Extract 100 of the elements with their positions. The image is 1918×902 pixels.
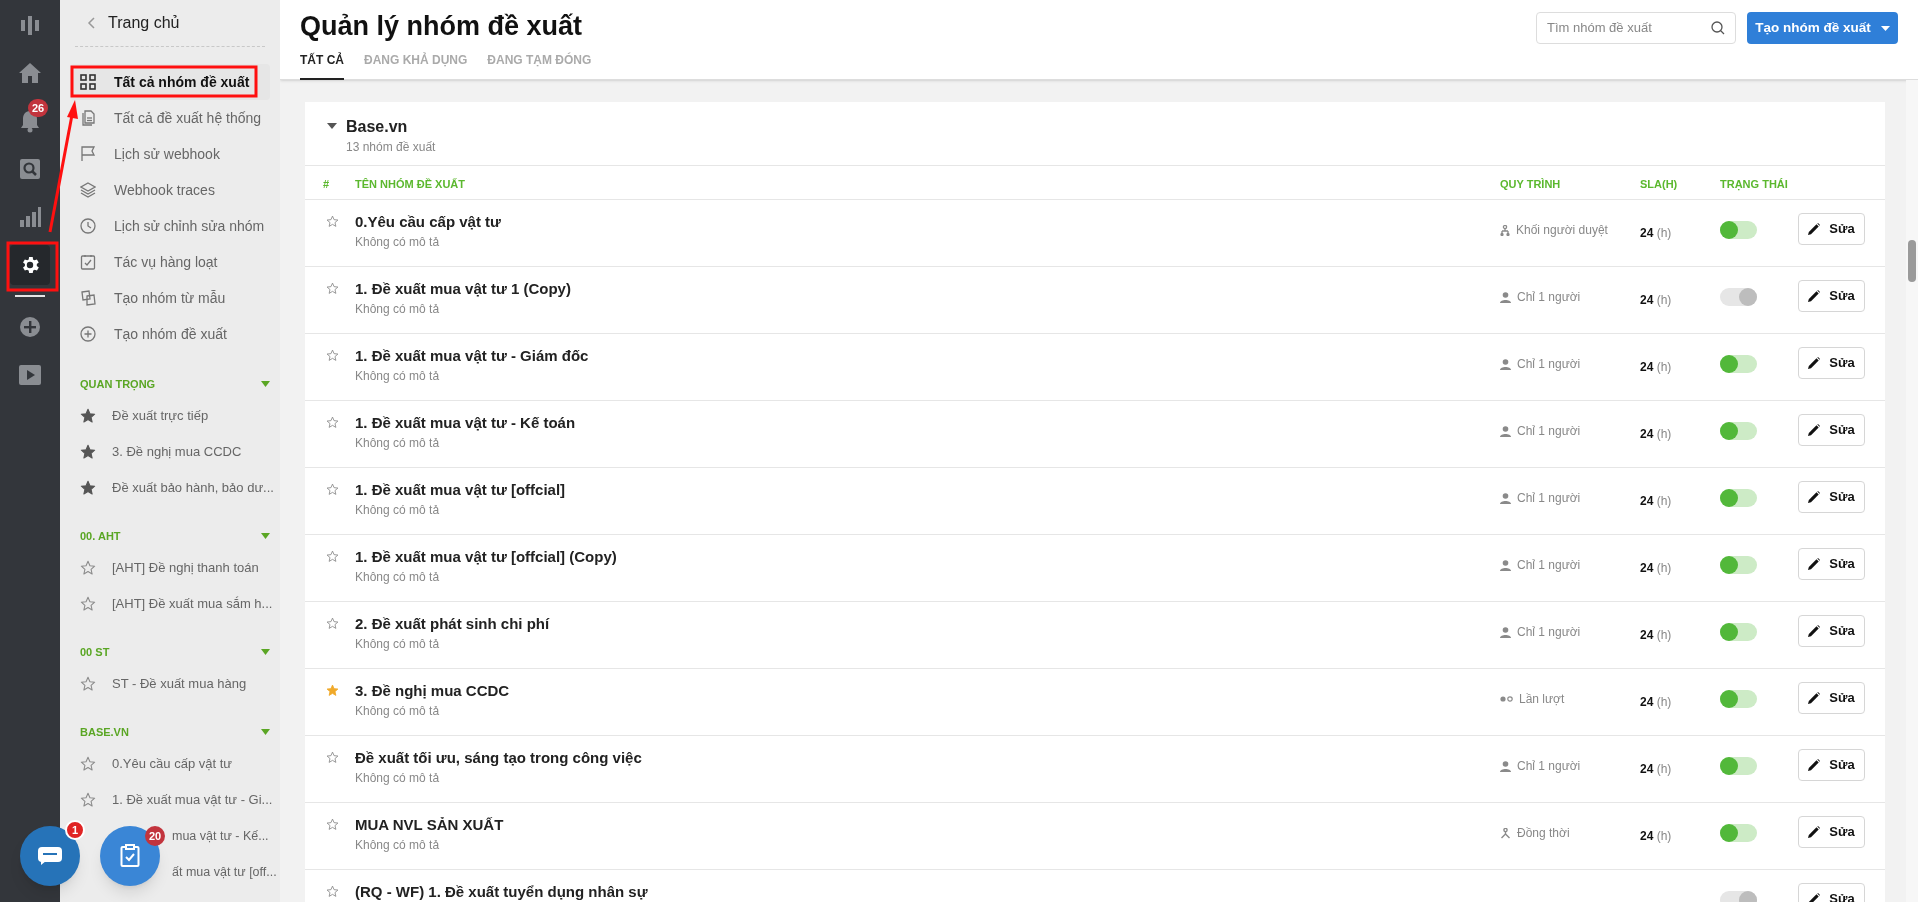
sidebar-item[interactable]: Tạo nhóm từ mẫu bbox=[70, 280, 270, 316]
star-icon[interactable] bbox=[326, 550, 339, 563]
sidebar-item[interactable]: mua vật tư - Kế... bbox=[172, 826, 269, 846]
group-name[interactable]: 3. Đề nghị mua CCDC bbox=[355, 681, 1500, 701]
sidebar-item[interactable]: ất mua vật tư [off... bbox=[172, 862, 277, 882]
group-name[interactable]: 1. Đề xuất mua vật tư [offcial] bbox=[355, 480, 1500, 500]
star-icon[interactable] bbox=[326, 215, 339, 228]
sidebar-item[interactable]: 1. Đề xuất mua vật tư - Gi... bbox=[70, 782, 270, 818]
status-toggle[interactable] bbox=[1720, 556, 1757, 574]
edit-button[interactable]: Sửa bbox=[1798, 615, 1865, 647]
edit-button[interactable]: Sửa bbox=[1798, 280, 1865, 312]
status-toggle[interactable] bbox=[1720, 221, 1757, 239]
sidebar-item[interactable]: 0.Yêu cầu cấp vật tư bbox=[70, 746, 270, 782]
group-name[interactable]: Đề xuất tối ưu, sáng tạo trong công việc bbox=[355, 748, 1500, 768]
search-input[interactable]: Tìm nhóm đề xuất bbox=[1547, 18, 1711, 38]
star-icon[interactable] bbox=[80, 792, 96, 808]
status-toggle[interactable] bbox=[1720, 690, 1757, 708]
status-toggle[interactable] bbox=[1720, 489, 1757, 507]
group-name[interactable]: 1. Đề xuất mua vật tư - Giám đốc bbox=[355, 346, 1500, 366]
pencil-icon bbox=[1808, 424, 1821, 436]
scrollbar-thumb[interactable] bbox=[1908, 240, 1916, 282]
star-icon[interactable] bbox=[80, 408, 96, 424]
home-icon[interactable] bbox=[18, 62, 42, 84]
group-name[interactable]: 2. Đề xuất phát sinh chi phí bbox=[355, 614, 1500, 634]
star-icon[interactable] bbox=[326, 282, 339, 295]
status-toggle[interactable] bbox=[1720, 824, 1757, 842]
star-icon[interactable] bbox=[326, 349, 339, 362]
star-icon[interactable] bbox=[80, 444, 96, 460]
status-toggle[interactable] bbox=[1720, 355, 1757, 373]
add-icon[interactable] bbox=[19, 316, 41, 338]
edit-button[interactable]: Sửa bbox=[1798, 749, 1865, 781]
tab[interactable]: TẤT CẢ bbox=[300, 50, 344, 80]
status-toggle[interactable] bbox=[1720, 422, 1757, 440]
status-toggle[interactable] bbox=[1720, 757, 1757, 775]
notification-badge: 26 bbox=[28, 99, 48, 117]
pencil-icon bbox=[1808, 223, 1821, 235]
sidebar-item[interactable]: Webhook traces bbox=[70, 172, 270, 208]
column-header: # bbox=[323, 177, 330, 190]
edit-button[interactable]: Sửa bbox=[1798, 347, 1865, 379]
bar-chart-icon[interactable] bbox=[19, 206, 41, 228]
search-icon[interactable] bbox=[1711, 21, 1725, 35]
sidebar-item[interactable]: Tất cả đề xuất hệ thống bbox=[70, 100, 270, 136]
sidebar-item[interactable]: [AHT] Đề nghị thanh toán bbox=[70, 550, 270, 586]
star-icon[interactable] bbox=[80, 596, 96, 612]
star-icon[interactable] bbox=[326, 483, 339, 496]
group-name[interactable]: 1. Đề xuất mua vật tư 1 (Copy) bbox=[355, 279, 1500, 299]
group-name[interactable]: 1. Đề xuất mua vật tư - Kế toán bbox=[355, 413, 1500, 433]
sidebar-item[interactable]: ST - Đề xuất mua hàng bbox=[70, 666, 270, 702]
star-icon[interactable] bbox=[326, 416, 339, 429]
star-icon[interactable] bbox=[80, 560, 96, 576]
star-icon[interactable] bbox=[326, 818, 339, 831]
star-icon[interactable] bbox=[326, 885, 339, 898]
edit-button[interactable]: Sửa bbox=[1798, 548, 1865, 580]
document-icon bbox=[80, 110, 96, 126]
edit-button[interactable]: Sửa bbox=[1798, 682, 1865, 714]
sidebar-item[interactable]: Đề xuất trực tiếp bbox=[70, 398, 270, 434]
section-heading: 00 ST bbox=[80, 644, 110, 660]
clipboard-check-icon bbox=[80, 254, 96, 270]
logo-icon[interactable] bbox=[19, 14, 41, 36]
sidebar-item[interactable]: Tạo nhóm đề xuất bbox=[70, 316, 270, 352]
pencil-icon bbox=[1808, 759, 1821, 771]
star-icon[interactable] bbox=[80, 676, 96, 692]
process-type: Chỉ 1 người bbox=[1517, 758, 1581, 775]
star-icon[interactable] bbox=[326, 751, 339, 764]
sidebar-item[interactable]: Lịch sử chỉnh sửa nhóm bbox=[70, 208, 270, 244]
search-icon[interactable] bbox=[19, 158, 41, 180]
person-icon bbox=[1500, 626, 1511, 638]
star-icon[interactable] bbox=[326, 617, 339, 630]
caret-icon[interactable] bbox=[327, 123, 337, 129]
process-type: Chỉ 1 người bbox=[1517, 423, 1581, 440]
caret-icon bbox=[1880, 25, 1890, 31]
add-icon bbox=[80, 326, 96, 342]
star-icon[interactable] bbox=[80, 480, 96, 496]
sidebar-title[interactable]: Trang chủ bbox=[108, 11, 180, 35]
search-field[interactable]: Tìm nhóm đề xuất bbox=[1536, 12, 1736, 44]
edit-button[interactable]: Sửa bbox=[1798, 481, 1865, 513]
sidebar-item[interactable]: [AHT] Đề xuất mua sắm h... bbox=[70, 586, 270, 622]
sidebar-item[interactable]: 3. Đề nghị mua CCDC bbox=[70, 434, 270, 470]
group-name[interactable]: 0.Yêu cầu cấp vật tư bbox=[355, 212, 1500, 232]
edit-button[interactable]: Sửa bbox=[1798, 213, 1865, 245]
status-toggle[interactable] bbox=[1720, 288, 1757, 306]
edit-button[interactable]: Sửa bbox=[1798, 816, 1865, 848]
edit-button[interactable]: Sửa bbox=[1798, 414, 1865, 446]
sidebar-item[interactable]: Tác vụ hàng loạt bbox=[70, 244, 270, 280]
process-type: Chỉ 1 người bbox=[1517, 490, 1581, 507]
group-name[interactable]: (RQ - WF) 1. Đề xuất tuyển dụng nhân sự bbox=[355, 882, 1500, 902]
star-icon[interactable] bbox=[326, 684, 339, 697]
group-name[interactable]: MUA NVL SẢN XUẤT bbox=[355, 815, 1500, 835]
create-group-button[interactable]: Tạo nhóm đề xuất bbox=[1747, 12, 1898, 44]
section-heading: 00. AHT bbox=[80, 528, 121, 544]
back-icon[interactable] bbox=[87, 17, 95, 29]
group-description: Không có mô tả bbox=[355, 368, 441, 385]
video-icon[interactable] bbox=[19, 365, 41, 385]
pencil-icon bbox=[1808, 357, 1821, 369]
person-icon bbox=[1500, 291, 1511, 303]
star-icon[interactable] bbox=[80, 756, 96, 772]
status-toggle[interactable] bbox=[1720, 623, 1757, 641]
group-name[interactable]: 1. Đề xuất mua vật tư [offcial] (Copy) bbox=[355, 547, 1500, 567]
group-description: Không có mô tả bbox=[355, 837, 441, 854]
sidebar-item[interactable]: Lịch sử webhook bbox=[70, 136, 270, 172]
